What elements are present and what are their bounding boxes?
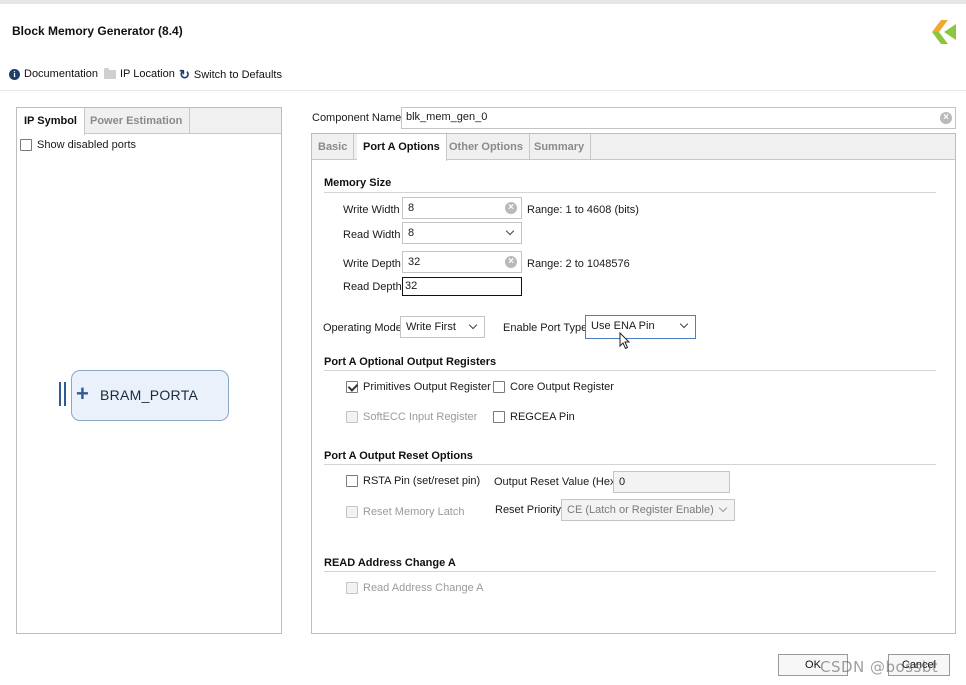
reset-memory-latch-checkbox[interactable]: Reset Memory Latch [346, 506, 464, 518]
chevron-down-icon [468, 320, 478, 330]
operating-mode-value: Write First [406, 321, 456, 333]
enable-port-type-value: Use ENA Pin [591, 320, 655, 332]
folder-icon [104, 67, 116, 79]
documentation-label: Documentation [24, 68, 98, 80]
enable-port-type-label: Enable Port Type [503, 322, 588, 334]
reset-priority-value: CE (Latch or Register Enable) [567, 504, 714, 516]
memory-size-heading: Memory Size [324, 177, 392, 189]
operating-mode-select[interactable]: Write First [400, 316, 485, 338]
reset-memory-latch-label: Reset Memory Latch [363, 506, 465, 518]
info-icon: i [9, 68, 20, 80]
ip-location-button[interactable]: IP Location [104, 67, 175, 80]
left-tab-bar: IP Symbol Power Estimation [17, 108, 281, 135]
checkbox-icon [346, 582, 358, 594]
checkbox-icon [346, 411, 358, 423]
tab-basic[interactable]: Basic [312, 134, 355, 160]
right-tab-bar: Basic Port A Options Other Options Summa… [312, 134, 955, 161]
show-disabled-ports-label: Show disabled ports [37, 139, 137, 151]
regcea-pin-label: REGCEA Pin [510, 411, 575, 423]
rsta-pin-checkbox[interactable]: RSTA Pin (set/reset pin) [346, 475, 480, 487]
regcea-pin-checkbox[interactable]: REGCEA Pin [493, 411, 575, 423]
primitives-output-register-checkbox[interactable]: Primitives Output Register [346, 381, 491, 393]
memory-size-separator [324, 192, 936, 193]
read-address-heading: READ Address Change A [324, 557, 456, 569]
rsta-pin-label: RSTA Pin (set/reset pin) [363, 475, 481, 487]
output-reset-value: 0 [619, 476, 626, 488]
output-registers-separator [324, 370, 936, 371]
tab-ip-symbol[interactable]: IP Symbol [17, 108, 85, 135]
reset-options-separator [324, 464, 936, 465]
window-title: Block Memory Generator (8.4) [12, 24, 183, 38]
tab-other-options[interactable]: Other Options [443, 134, 530, 160]
write-width-label: Write Width [343, 204, 400, 216]
checkbox-icon [346, 506, 358, 518]
write-depth-range: Range: 2 to 1048576 [527, 258, 630, 270]
read-depth-label: Read Depth [343, 281, 402, 293]
softecc-input-register-checkbox[interactable]: SoftECC Input Register [346, 411, 477, 423]
write-depth-label: Write Depth [343, 258, 401, 270]
clear-icon[interactable]: × [940, 112, 952, 124]
chevron-down-icon [505, 226, 515, 236]
core-output-register-checkbox[interactable]: Core Output Register [493, 381, 614, 393]
checkbox-icon [20, 139, 32, 151]
chevron-down-icon [718, 503, 728, 513]
documentation-button[interactable]: i Documentation [9, 68, 98, 80]
checkbox-icon [493, 411, 505, 423]
xilinx-logo-icon [932, 20, 956, 44]
checkbox-icon [493, 381, 505, 393]
write-depth-input[interactable]: 32 × [402, 251, 522, 273]
cursor-icon [619, 332, 631, 350]
window-top-border [0, 0, 966, 4]
bram-port-bus-icon [59, 382, 67, 406]
clear-icon[interactable]: × [505, 256, 517, 268]
read-depth-input[interactable]: 32 [402, 277, 522, 296]
tab-power-estimation[interactable]: Power Estimation [83, 108, 191, 134]
bram-porta-interface[interactable]: + BRAM_PORTA [71, 370, 229, 421]
switch-to-defaults-label: Switch to Defaults [193, 68, 282, 81]
read-width-value: 8 [408, 227, 415, 239]
component-name-label: Component Name [312, 112, 402, 124]
tab-summary[interactable]: Summary [528, 134, 592, 160]
tab-port-a-options[interactable]: Port A Options [357, 134, 447, 161]
toolbar-divider [0, 90, 966, 91]
output-reset-value-label: Output Reset Value (Hex) [494, 476, 620, 488]
reset-priority-label: Reset Priority [495, 504, 562, 516]
read-address-change-label: Read Address Change A [363, 582, 484, 594]
clear-icon[interactable]: × [505, 202, 517, 214]
watermark-text: CSDN @bossbt [820, 658, 939, 676]
bram-porta-label: BRAM_PORTA [100, 387, 199, 403]
write-depth-value: 32 [408, 256, 421, 268]
read-depth-value: 32 [405, 280, 418, 292]
write-width-value: 8 [408, 202, 415, 214]
read-address-separator [324, 571, 936, 572]
read-width-select[interactable]: 8 [402, 222, 522, 244]
output-reset-value-input[interactable]: 0 [613, 471, 730, 493]
read-width-label: Read Width [343, 229, 401, 241]
component-name-input[interactable]: blk_mem_gen_0 [401, 107, 956, 129]
output-registers-heading: Port A Optional Output Registers [324, 356, 497, 368]
ip-location-label: IP Location [120, 68, 175, 80]
enable-port-type-select[interactable]: Use ENA Pin [585, 315, 696, 339]
primitives-output-register-label: Primitives Output Register [363, 381, 491, 393]
checkbox-icon [346, 475, 358, 487]
component-name-value: blk_mem_gen_0 [406, 111, 488, 123]
softecc-input-register-label: SoftECC Input Register [363, 411, 478, 423]
write-width-input[interactable]: 8 × [402, 197, 522, 219]
plus-icon[interactable]: + [76, 383, 89, 405]
chevron-down-icon [679, 319, 689, 329]
right-panel: Basic Port A Options Other Options Summa… [311, 133, 956, 634]
operating-mode-label: Operating Mode [323, 322, 402, 334]
write-width-range: Range: 1 to 4608 (bits) [527, 204, 639, 216]
refresh-icon: ↻ [179, 67, 190, 82]
reset-priority-select[interactable]: CE (Latch or Register Enable) [561, 499, 735, 521]
reset-options-heading: Port A Output Reset Options [324, 450, 473, 462]
switch-to-defaults-button[interactable]: ↻ Switch to Defaults [179, 68, 282, 81]
read-address-change-checkbox[interactable]: Read Address Change A [346, 582, 483, 594]
core-output-register-label: Core Output Register [510, 381, 614, 393]
show-disabled-ports-checkbox[interactable]: Show disabled ports [20, 139, 136, 151]
checkbox-checked-icon [346, 381, 358, 393]
